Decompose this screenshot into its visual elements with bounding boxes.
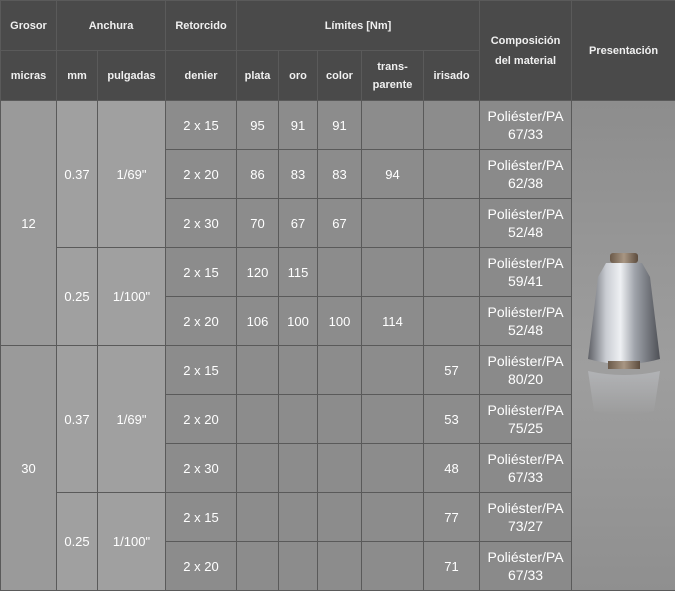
cell-denier: 2 x 15 [166, 248, 237, 297]
cell-composicion: Poliéster/PA 52/48 [480, 199, 572, 248]
cell-irisado [424, 297, 480, 346]
cell-pulgadas: 1/100" [98, 248, 166, 346]
cell-trans [362, 248, 424, 297]
cell-irisado: 48 [424, 444, 480, 493]
header-anchura: Anchura [57, 1, 166, 51]
cell-oro: 115 [279, 248, 318, 297]
cell-oro: 100 [279, 297, 318, 346]
cell-trans [362, 199, 424, 248]
cell-trans: 114 [362, 297, 424, 346]
cell-color: 100 [318, 297, 362, 346]
cell-plata: 106 [237, 297, 279, 346]
header-pulgadas: pulgadas [98, 51, 166, 101]
cell-denier: 2 x 30 [166, 199, 237, 248]
cell-trans [362, 542, 424, 591]
cell-oro [279, 444, 318, 493]
cell-composicion: Poliéster/PA 59/41 [480, 248, 572, 297]
cell-grosor: 30 [1, 346, 57, 591]
thread-spool-icon [584, 251, 664, 441]
cell-composicion: Poliéster/PA 75/25 [480, 395, 572, 444]
cell-color: 91 [318, 101, 362, 150]
header-color: color [318, 51, 362, 101]
cell-composicion: Poliéster/PA 80/20 [480, 346, 572, 395]
cell-color [318, 444, 362, 493]
cell-plata: 86 [237, 150, 279, 199]
header-transparente: trans-parente [362, 51, 424, 101]
cell-color [318, 493, 362, 542]
cell-composicion: Poliéster/PA 67/33 [480, 101, 572, 150]
cell-plata: 95 [237, 101, 279, 150]
cell-denier: 2 x 15 [166, 101, 237, 150]
cell-oro: 91 [279, 101, 318, 150]
cell-oro [279, 346, 318, 395]
cell-composicion: Poliéster/PA 67/33 [480, 444, 572, 493]
cell-color [318, 346, 362, 395]
cell-trans: 94 [362, 150, 424, 199]
cell-denier: 2 x 15 [166, 493, 237, 542]
cell-color [318, 542, 362, 591]
spec-table: Grosor Anchura Retorcido Límites [Nm] Co… [0, 0, 675, 591]
cell-trans [362, 101, 424, 150]
cell-plata [237, 493, 279, 542]
cell-plata [237, 542, 279, 591]
cell-pulgadas: 1/69" [98, 101, 166, 248]
cell-mm: 0.37 [57, 346, 98, 493]
cell-denier: 2 x 20 [166, 542, 237, 591]
cell-plata [237, 395, 279, 444]
cell-color: 67 [318, 199, 362, 248]
header-plata: plata [237, 51, 279, 101]
cell-composicion: Poliéster/PA 52/48 [480, 297, 572, 346]
cell-irisado: 53 [424, 395, 480, 444]
cell-irisado [424, 248, 480, 297]
cell-mm: 0.25 [57, 493, 98, 591]
cell-trans [362, 493, 424, 542]
cell-irisado [424, 101, 480, 150]
cell-plata [237, 346, 279, 395]
header-denier: denier [166, 51, 237, 101]
cell-denier: 2 x 20 [166, 297, 237, 346]
header-irisado: irisado [424, 51, 480, 101]
cell-color: 83 [318, 150, 362, 199]
cell-oro [279, 395, 318, 444]
cell-oro: 83 [279, 150, 318, 199]
header-composicion: Composición del material [480, 1, 572, 101]
cell-oro [279, 493, 318, 542]
cell-irisado [424, 199, 480, 248]
header-limites: Límites [Nm] [237, 1, 480, 51]
cell-pulgadas: 1/69" [98, 346, 166, 493]
cell-trans [362, 346, 424, 395]
cell-trans [362, 395, 424, 444]
cell-irisado: 57 [424, 346, 480, 395]
cell-color [318, 395, 362, 444]
cell-irisado [424, 150, 480, 199]
header-micras: micras [1, 51, 57, 101]
header-retorcido: Retorcido [166, 1, 237, 51]
header-oro: oro [279, 51, 318, 101]
presentation-cell [572, 101, 675, 591]
cell-plata: 120 [237, 248, 279, 297]
cell-trans [362, 444, 424, 493]
cell-denier: 2 x 20 [166, 150, 237, 199]
cell-color [318, 248, 362, 297]
header-mm: mm [57, 51, 98, 101]
cell-plata [237, 444, 279, 493]
table-row: 12 0.37 1/69" 2 x 15 95 91 91 Poliéster/… [1, 101, 675, 150]
cell-irisado: 77 [424, 493, 480, 542]
cell-denier: 2 x 15 [166, 346, 237, 395]
cell-composicion: Poliéster/PA 73/27 [480, 493, 572, 542]
cell-irisado: 71 [424, 542, 480, 591]
header-presentacion: Presentación [572, 1, 675, 101]
cell-denier: 2 x 20 [166, 395, 237, 444]
header-grosor: Grosor [1, 1, 57, 51]
cell-denier: 2 x 30 [166, 444, 237, 493]
cell-oro [279, 542, 318, 591]
cell-grosor: 12 [1, 101, 57, 346]
cell-composicion: Poliéster/PA 62/38 [480, 150, 572, 199]
cell-oro: 67 [279, 199, 318, 248]
cell-plata: 70 [237, 199, 279, 248]
cell-composicion: Poliéster/PA 67/33 [480, 542, 572, 591]
cell-pulgadas: 1/100" [98, 493, 166, 591]
cell-mm: 0.25 [57, 248, 98, 346]
cell-mm: 0.37 [57, 101, 98, 248]
